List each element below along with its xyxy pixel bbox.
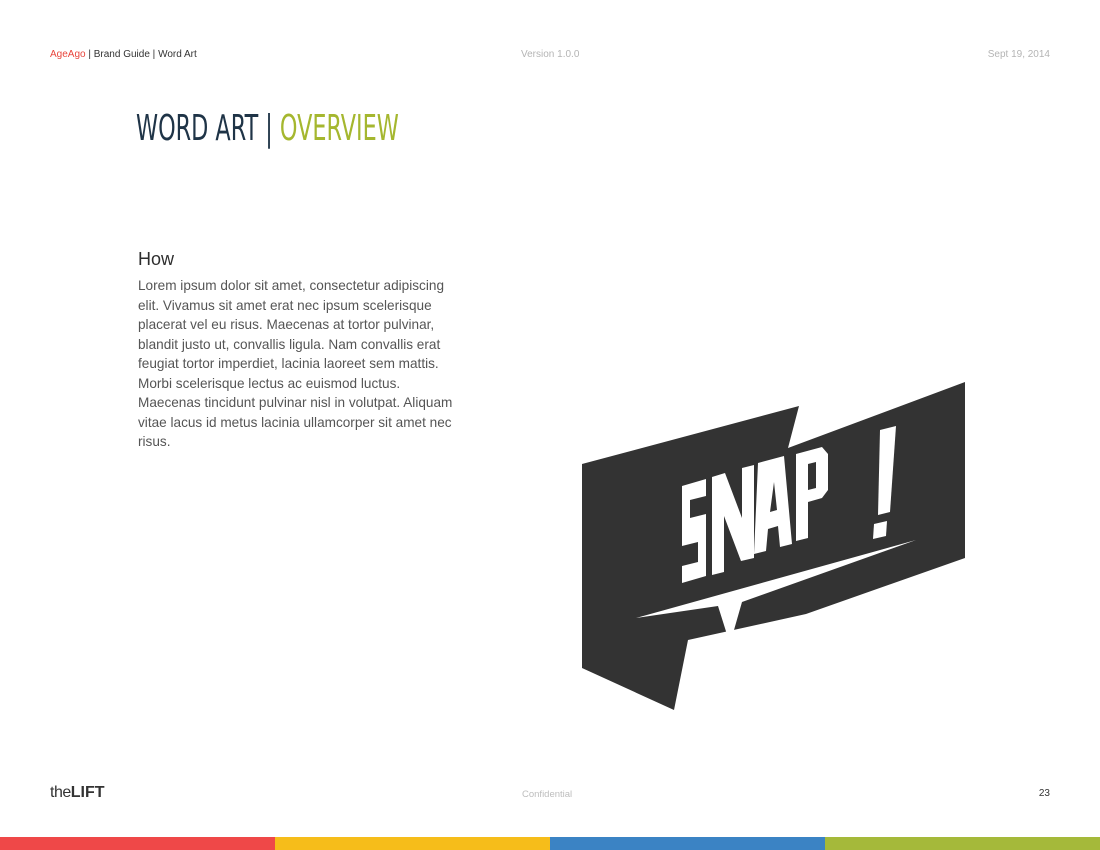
color-bar-segment — [825, 837, 1100, 850]
snap-word-art-logo — [582, 382, 965, 710]
footer-logo-name: LIFT — [70, 784, 105, 801]
confidential-label: Confidential — [522, 789, 573, 800]
date-label: Sept 19, 2014 — [987, 49, 1050, 60]
brand-color-bar — [0, 837, 1100, 850]
page-title-secondary: OVERVIEW — [279, 108, 399, 149]
page-header: AgeAgo | Brand Guide | Word Art Version … — [50, 48, 1050, 62]
page-number: 23 — [1038, 788, 1050, 799]
lightning-banner-shape — [582, 382, 965, 710]
body-paragraph: Lorem ipsum dolor sit amet, consectetur … — [138, 278, 453, 449]
breadcrumb-separator: | — [149, 49, 159, 60]
footer-logo-prefix: the — [50, 784, 71, 801]
breadcrumb-section: Word Art — [158, 49, 197, 60]
version-label: Version 1.0.0 — [521, 49, 580, 60]
page-title: WORD ART | OVERVIEW — [136, 108, 399, 150]
color-bar-segment — [550, 837, 825, 850]
breadcrumb-separator: | — [85, 49, 94, 60]
page-title-primary: WORD ART — [136, 108, 259, 149]
header-breadcrumb: AgeAgo | Brand Guide | Word Art — [50, 48, 197, 62]
page-title-divider: | — [258, 108, 280, 149]
breadcrumb-guide: Brand Guide — [93, 49, 150, 60]
section-heading: How — [138, 249, 175, 269]
brand-name: AgeAgo — [50, 49, 86, 60]
color-bar-segment — [0, 837, 275, 850]
color-bar-segment — [275, 837, 550, 850]
footer-logo: theLIFT — [50, 784, 105, 802]
